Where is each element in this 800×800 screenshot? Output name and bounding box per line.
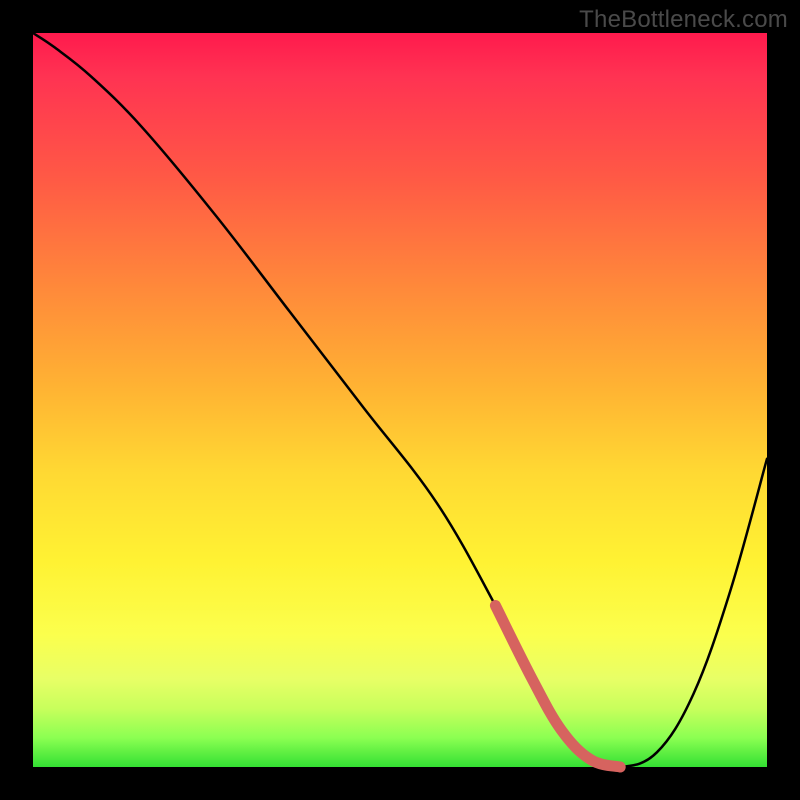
chart-frame: TheBottleneck.com <box>0 0 800 800</box>
highlight-path <box>495 606 620 767</box>
gradient-plot-area <box>33 33 767 767</box>
curve-path <box>33 33 767 767</box>
watermark-text: TheBottleneck.com <box>579 6 788 34</box>
curve-layer <box>33 33 767 767</box>
highlight-segment <box>495 606 620 767</box>
bottleneck-curve <box>33 33 767 767</box>
